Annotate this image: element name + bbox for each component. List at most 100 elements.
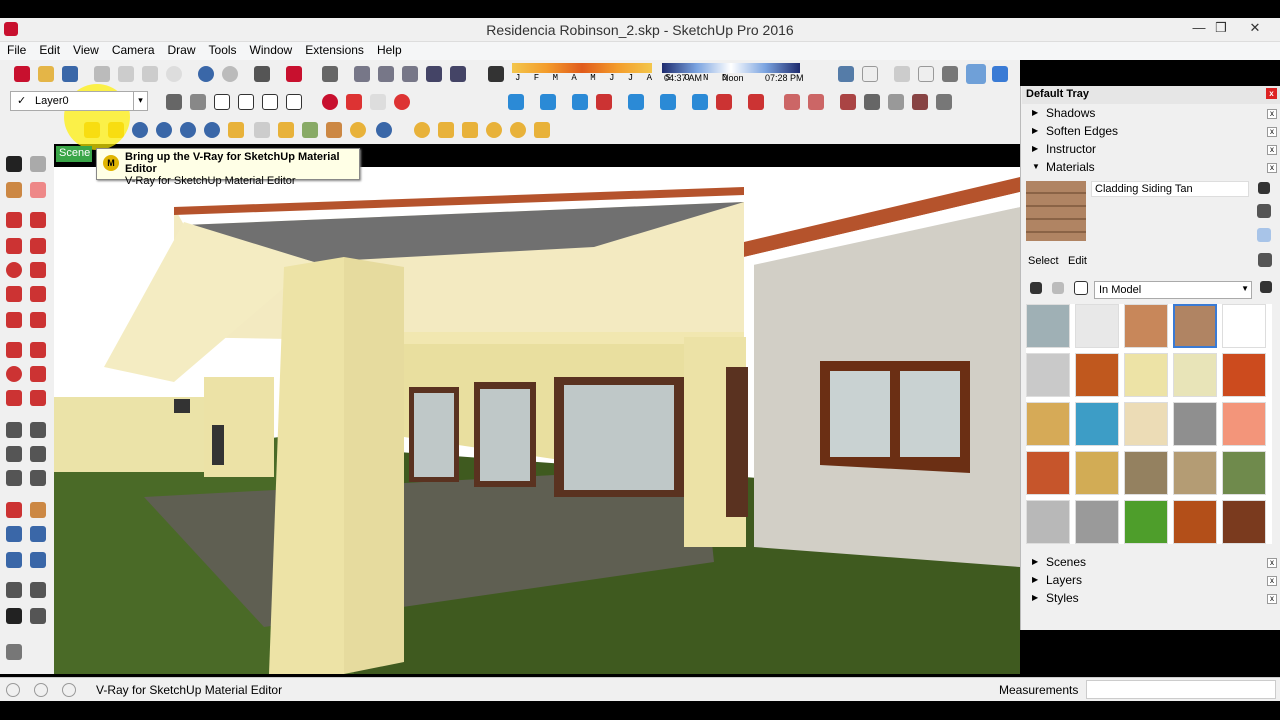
undo-icon[interactable] bbox=[198, 66, 214, 82]
close-icon[interactable]: x bbox=[1267, 558, 1277, 568]
protractor-icon[interactable] bbox=[6, 446, 22, 462]
menu-tools[interactable]: Tools bbox=[202, 42, 243, 57]
eraser-icon[interactable] bbox=[30, 182, 46, 198]
layer-selector[interactable]: ✓ Layer0 ▾ bbox=[10, 91, 148, 111]
material-swatch[interactable] bbox=[1124, 451, 1168, 495]
circle-icon[interactable] bbox=[6, 262, 22, 278]
xray-icon[interactable] bbox=[838, 66, 854, 82]
close-icon[interactable]: x bbox=[1267, 145, 1277, 155]
move-down-icon[interactable] bbox=[596, 94, 612, 110]
material-swatch[interactable] bbox=[1075, 353, 1119, 397]
rectangle-icon[interactable] bbox=[6, 238, 22, 254]
vray-frame-icon[interactable] bbox=[370, 94, 386, 110]
redo-icon[interactable] bbox=[222, 66, 238, 82]
material-swatch[interactable] bbox=[1075, 402, 1119, 446]
menu-extensions[interactable]: Extensions bbox=[298, 42, 370, 57]
scale-icon[interactable] bbox=[6, 390, 22, 406]
zoom-extents-icon[interactable] bbox=[6, 552, 22, 568]
stamp-icon[interactable] bbox=[748, 94, 764, 110]
menu-edit[interactable]: Edit bbox=[32, 42, 66, 57]
vray-options-icon[interactable] bbox=[346, 94, 362, 110]
forward-arrow-icon[interactable] bbox=[1052, 282, 1064, 294]
3d-text-icon[interactable] bbox=[30, 470, 46, 486]
paint-bucket-icon[interactable] bbox=[6, 182, 22, 198]
house-front-icon[interactable] bbox=[238, 94, 254, 110]
vray-render-icon[interactable] bbox=[322, 94, 338, 110]
right-view-icon[interactable] bbox=[426, 66, 442, 82]
material-swatch[interactable] bbox=[1222, 500, 1266, 544]
vray-rt-icon[interactable] bbox=[394, 94, 410, 110]
material-swatch[interactable] bbox=[1026, 451, 1070, 495]
materials-stack-icon[interactable] bbox=[1257, 204, 1271, 218]
vray-sun-icon[interactable] bbox=[534, 122, 550, 138]
instructor-icon[interactable] bbox=[62, 683, 76, 697]
month-slider[interactable] bbox=[512, 63, 652, 73]
top-view-icon[interactable] bbox=[378, 66, 394, 82]
create-material-icon[interactable] bbox=[1258, 182, 1270, 194]
material-swatch[interactable] bbox=[1222, 353, 1266, 397]
terrain-icon[interactable] bbox=[912, 94, 928, 110]
three-point-arc-icon[interactable] bbox=[6, 312, 22, 328]
add-detail-icon[interactable] bbox=[864, 94, 880, 110]
walk-icon[interactable] bbox=[6, 608, 22, 624]
front-view-icon[interactable] bbox=[402, 66, 418, 82]
material-swatch[interactable] bbox=[1026, 500, 1070, 544]
material-swatch[interactable] bbox=[1173, 500, 1217, 544]
menu-camera[interactable]: Camera bbox=[105, 42, 161, 57]
time-slider[interactable] bbox=[662, 63, 800, 73]
from-contours-icon[interactable] bbox=[808, 94, 824, 110]
eyedropper-icon[interactable] bbox=[1258, 253, 1272, 267]
material-swatch[interactable] bbox=[1173, 304, 1217, 348]
chevron-down-icon[interactable]: ▾ bbox=[133, 92, 147, 110]
close-icon[interactable]: x bbox=[1267, 576, 1277, 586]
material-swatch[interactable] bbox=[1173, 451, 1217, 495]
drape-icon[interactable] bbox=[628, 94, 644, 110]
section-plane-icon[interactable] bbox=[30, 608, 46, 624]
component-icon[interactable] bbox=[190, 94, 206, 110]
shadows-toggle-icon[interactable] bbox=[488, 66, 504, 82]
close-button[interactable]: ✕ bbox=[1244, 20, 1266, 38]
smoove-icon[interactable] bbox=[784, 94, 800, 110]
vray-omni-light-icon[interactable] bbox=[278, 122, 294, 138]
sample-paint-icon[interactable] bbox=[1257, 228, 1271, 242]
line-icon[interactable] bbox=[6, 212, 22, 228]
material-swatch[interactable] bbox=[1222, 304, 1266, 348]
camera-icon[interactable] bbox=[322, 66, 338, 82]
restore-button[interactable]: ❒ bbox=[1210, 20, 1232, 38]
warehouse-icon[interactable] bbox=[166, 94, 182, 110]
section-layers[interactable]: ▶ Layers x bbox=[1022, 572, 1280, 590]
monochrome-icon[interactable] bbox=[966, 64, 986, 84]
arc-icon[interactable] bbox=[6, 286, 22, 302]
close-icon[interactable]: x bbox=[1267, 109, 1277, 119]
follow-me-icon[interactable] bbox=[30, 366, 46, 382]
home-icon[interactable] bbox=[1074, 281, 1088, 295]
vray-diamond-icon[interactable] bbox=[254, 122, 270, 138]
material-swatch[interactable] bbox=[1026, 402, 1070, 446]
zoom-icon[interactable] bbox=[6, 526, 22, 542]
select-sandbox-icon[interactable] bbox=[508, 94, 524, 110]
material-swatch[interactable] bbox=[1075, 304, 1119, 348]
house-outline-icon[interactable] bbox=[262, 94, 278, 110]
vray-help-icon[interactable] bbox=[204, 122, 220, 138]
menu-file[interactable]: File bbox=[0, 42, 32, 57]
vray-batch-render-icon[interactable] bbox=[180, 122, 196, 138]
text-icon[interactable] bbox=[30, 446, 46, 462]
menu-help[interactable]: Help bbox=[370, 42, 408, 57]
close-icon[interactable]: x bbox=[1267, 127, 1277, 137]
vray-dome-light-icon[interactable] bbox=[486, 122, 502, 138]
model-info-icon[interactable] bbox=[286, 66, 302, 82]
pan-icon[interactable] bbox=[30, 502, 46, 518]
flip-icon[interactable] bbox=[660, 94, 676, 110]
vray-tag-icon[interactable] bbox=[228, 122, 244, 138]
material-swatch[interactable] bbox=[1026, 304, 1070, 348]
two-point-arc-icon[interactable] bbox=[30, 286, 46, 302]
polygon-icon[interactable] bbox=[30, 262, 46, 278]
offset-icon[interactable] bbox=[30, 390, 46, 406]
push-pull-icon[interactable] bbox=[30, 342, 46, 358]
model-drawing[interactable] bbox=[54, 167, 1020, 674]
look-around-icon[interactable] bbox=[30, 582, 46, 598]
material-swatch[interactable] bbox=[1075, 500, 1119, 544]
copy-icon[interactable] bbox=[118, 66, 134, 82]
section-materials[interactable]: ▼ Materials x bbox=[1022, 159, 1280, 177]
material-swatch[interactable] bbox=[1124, 500, 1168, 544]
